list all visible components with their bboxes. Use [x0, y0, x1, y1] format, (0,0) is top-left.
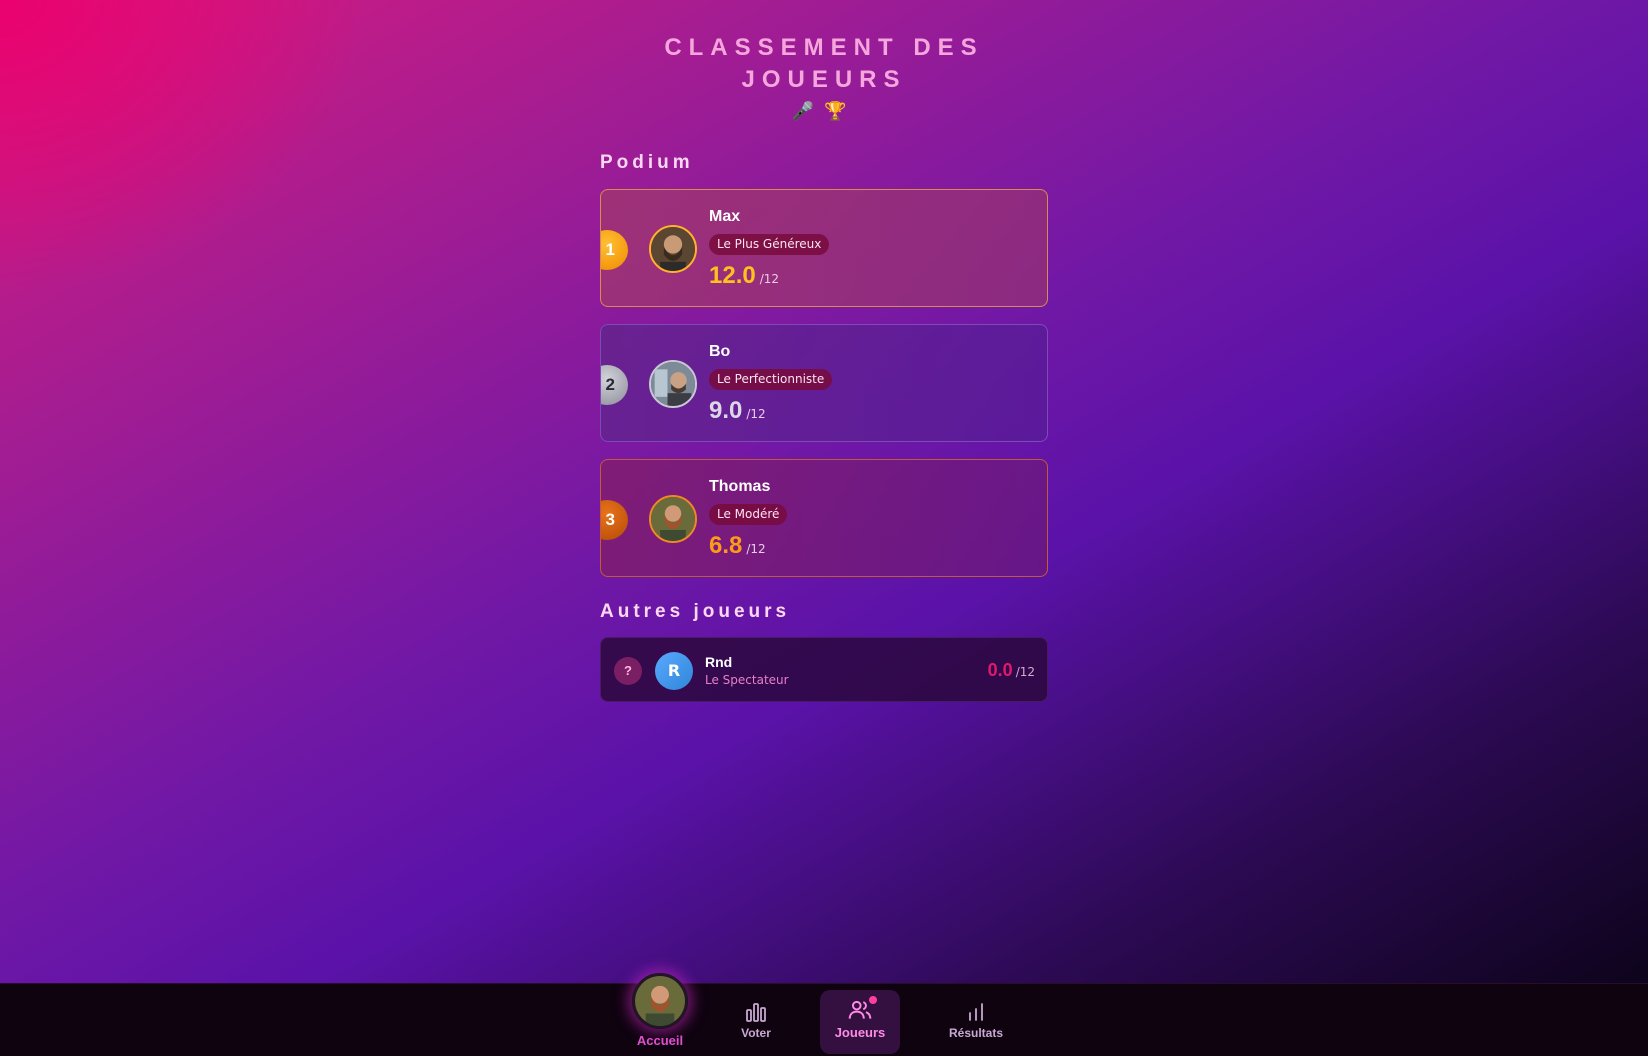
player-score: 0.0/12: [988, 660, 1035, 681]
player-score: 9.0/12: [709, 397, 766, 425]
home-avatar[interactable]: [632, 973, 688, 1029]
microphone-icon: 🎤: [791, 101, 824, 122]
nav-players-label: Joueurs: [834, 1025, 886, 1040]
bottom-nav: Accueil Voter Joueurs Résultats: [0, 973, 1648, 1056]
nav-home[interactable]: Accueil: [627, 973, 693, 1048]
nav-results[interactable]: Résultats: [942, 1000, 1010, 1040]
list-item[interactable]: ? R Rnd Le Spectateur 0.0/12: [600, 637, 1048, 702]
podium-card-2[interactable]: 2 Bo Le Perfectionniste 9.0/12: [600, 324, 1048, 442]
unknown-rank-badge: ?: [614, 657, 642, 685]
rank-badge: 2: [601, 365, 628, 405]
player-score: 12.0/12: [709, 262, 779, 290]
nav-vote[interactable]: Voter: [730, 1000, 782, 1040]
avatar: [649, 495, 697, 543]
page-title: CLASSEMENT DES JOUEURS: [664, 34, 984, 93]
score-max: /12: [746, 542, 766, 556]
rank-badge: 3: [601, 500, 628, 540]
player-title-badge: Le Plus Généreux: [709, 234, 830, 255]
trophy-icon: 🏆: [824, 101, 857, 122]
player-title: Le Spectateur: [705, 673, 789, 687]
score-value: 6.8: [709, 532, 743, 559]
player-title-badge: Le Perfectionniste: [709, 369, 833, 390]
player-name: Rnd: [705, 654, 733, 670]
podium-heading: Podium: [600, 152, 694, 173]
nav-results-label: Résultats: [948, 1026, 1004, 1040]
avatar: [649, 225, 697, 273]
podium-card-3[interactable]: 3 Thomas Le Modéré 6.8/12: [600, 459, 1048, 577]
player-name: Max: [709, 208, 741, 225]
score-max: /12: [1015, 665, 1035, 679]
nav-home-label: Accueil: [636, 1033, 684, 1048]
stats-icon: [969, 1003, 983, 1021]
player-score: 6.8/12: [709, 532, 766, 560]
bar-chart-icon: [746, 1003, 766, 1022]
podium-card-1[interactable]: 1 Max Le Plus Généreux 12.0/12: [600, 189, 1048, 307]
score-value: 0.0: [987, 660, 1013, 680]
score-max: /12: [746, 407, 766, 421]
player-name: Thomas: [709, 478, 771, 495]
player-title-badge: Le Modéré: [709, 504, 788, 525]
other-players-heading: Autres joueurs: [600, 601, 791, 622]
nav-players[interactable]: Joueurs: [820, 990, 900, 1054]
avatar-initial: R: [655, 652, 693, 690]
title-icons: 🎤🏆: [600, 101, 1048, 122]
score-max: /12: [759, 272, 780, 286]
player-name: Bo: [709, 343, 731, 360]
avatar: [649, 360, 697, 408]
score-value: 9.0: [709, 397, 743, 424]
notification-dot: [869, 996, 877, 1004]
score-value: 12.0: [709, 262, 756, 289]
rank-badge: 1: [601, 230, 628, 270]
nav-vote-label: Voter: [741, 1026, 771, 1040]
